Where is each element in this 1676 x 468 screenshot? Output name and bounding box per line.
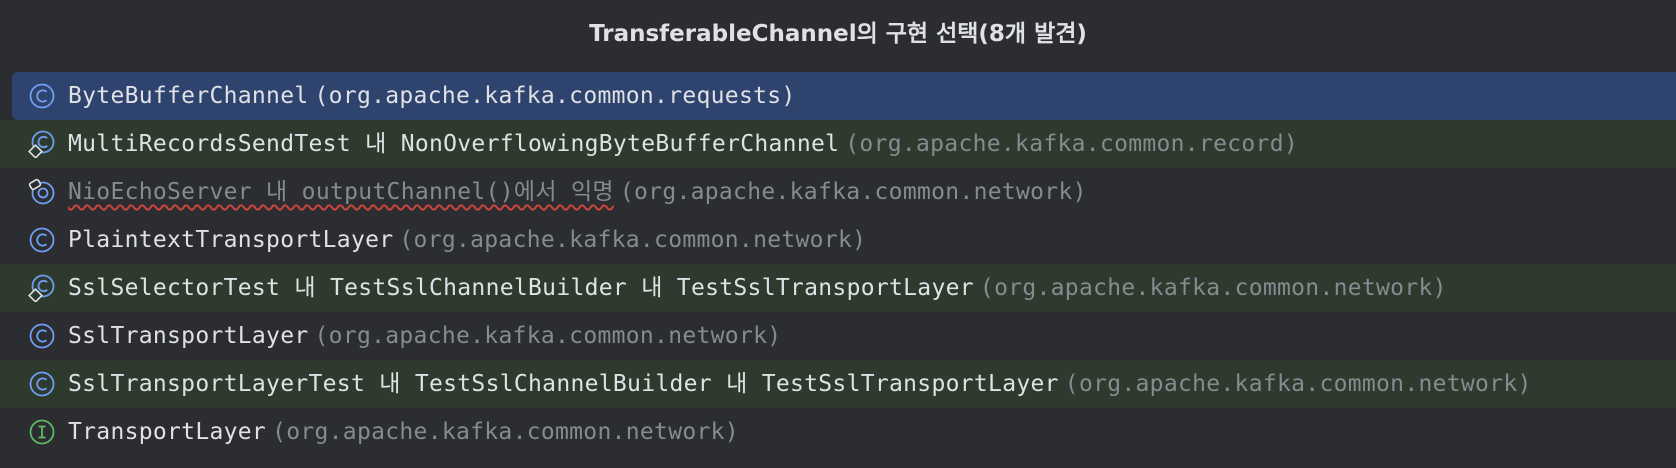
list-item-plaintexttransportlayer[interactable]: PlaintextTransportLayer (org.apache.kafka… [0,216,1676,264]
implementation-chooser-popup: TransferableChannel의 구현 선택(8개 발견) ByteBu… [0,0,1676,468]
test-class-icon [28,274,55,302]
test-class-icon [28,130,55,158]
item-package: org.apache.kafka.common.record [859,131,1284,157]
implementation-list: ByteBufferChannel (org.apache.kafka.commo… [0,72,1676,456]
popup-title: TransferableChannel의 구현 선택(8개 발견) [589,21,1087,47]
interface-icon [29,419,55,445]
item-name: SslSelectorTest 내 TestSslChannelBuilder … [68,275,974,301]
item-name: MultiRecordsSendTest 내 NonOverflowingByt… [68,131,840,157]
item-name: SslTransportLayerTest 내 TestSslChannelBu… [68,371,1059,397]
anonymous-class-icon [28,178,55,205]
item-package: org.apache.kafka.common.network [1078,371,1518,397]
list-item-bytebufferchannel[interactable]: ByteBufferChannel (org.apache.kafka.commo… [12,72,1676,120]
item-name: SslTransportLayer [68,323,309,349]
list-item-testssltransportlayer-layertest[interactable]: SslTransportLayerTest 내 TestSslChannelBu… [0,360,1676,408]
list-item-ssltransportlayer[interactable]: SslTransportLayer (org.apache.kafka.commo… [0,312,1676,360]
item-package: org.apache.kafka.common.network [286,419,725,445]
class-icon [29,371,55,397]
list-item-testssltransportlayer-selector[interactable]: SslSelectorTest 내 TestSslChannelBuilder … [0,264,1676,312]
item-package: org.apache.kafka.common.network [634,179,1073,205]
item-name: PlaintextTransportLayer [68,227,394,253]
item-name: TransportLayer [68,419,267,445]
item-package: org.apache.kafka.common.network [994,275,1433,301]
class-icon [29,323,55,349]
list-item-transportlayer[interactable]: TransportLayer (org.apache.kafka.common.n… [0,408,1676,456]
item-package: org.apache.kafka.common.network [328,323,768,349]
item-name: ByteBufferChannel [68,83,309,109]
item-package: org.apache.kafka.common.requests [328,83,782,109]
class-icon [29,227,55,253]
list-item-anonymous-outputchannel[interactable]: NioEchoServer 내 outputChannel()에서 익명 (org… [0,168,1676,216]
item-name: NioEchoServer 내 outputChannel()에서 익명 [68,179,614,205]
class-icon [29,83,55,109]
list-item-nonoverflowingbytebufferchannel[interactable]: MultiRecordsSendTest 내 NonOverflowingByt… [0,120,1676,168]
item-package: org.apache.kafka.common.network [413,227,853,253]
